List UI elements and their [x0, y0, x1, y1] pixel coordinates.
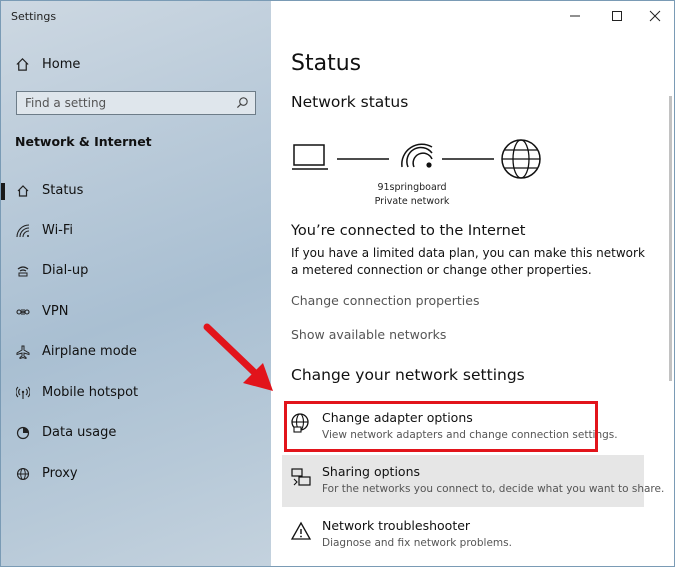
status-icon	[15, 183, 31, 199]
globe-icon	[15, 466, 31, 482]
close-icon[interactable]	[648, 9, 662, 23]
settings-window: Settings Home Find a setting Network & I…	[0, 0, 675, 567]
sidebar: Settings Home Find a setting Network & I…	[1, 1, 271, 566]
page-title: Status	[291, 51, 362, 76]
app-title: Settings	[11, 10, 57, 23]
network-type: Private network	[374, 196, 450, 207]
change-settings-heading: Change your network settings	[291, 366, 525, 384]
search-placeholder: Find a setting	[25, 96, 107, 110]
scrollbar[interactable]	[669, 96, 672, 381]
sidebar-item-status[interactable]: Status	[1, 176, 271, 206]
option-subtitle: For the networks you connect to, decide …	[322, 483, 665, 495]
highlight-box	[284, 401, 598, 452]
sidebar-item-dialup[interactable]: Dial-up	[1, 256, 271, 286]
data-usage-icon	[15, 425, 31, 441]
sidebar-item-label: Airplane mode	[42, 344, 137, 359]
home-nav-item[interactable]: Home	[15, 54, 80, 74]
connected-description: If you have a limited data plan, you can…	[291, 246, 645, 277]
sidebar-item-label: Wi-Fi	[42, 223, 74, 238]
network-status-heading: Network status	[291, 93, 409, 111]
sidebar-item-label: Dial-up	[42, 263, 89, 278]
change-connection-properties-link[interactable]: Change connection properties	[291, 293, 479, 308]
option-subtitle: Diagnose and fix network problems.	[322, 537, 512, 549]
airplane-icon	[15, 344, 31, 360]
connected-heading: You’re connected to the Internet	[291, 223, 526, 239]
network-name: 91springboard	[377, 182, 447, 193]
home-icon	[16, 57, 29, 71]
sidebar-item-wifi[interactable]: Wi-Fi	[1, 216, 271, 246]
wifi-signal-icon	[401, 143, 433, 168]
laptop-icon	[292, 144, 328, 170]
sidebar-item-label: Status	[42, 183, 84, 198]
show-available-networks-link[interactable]: Show available networks	[291, 327, 446, 342]
dialup-icon	[15, 263, 31, 279]
maximize-icon[interactable]	[610, 9, 624, 23]
sharing-options[interactable]: Sharing options For the networks you con…	[282, 455, 664, 507]
main-panel: Status Network status 91springboard Priv	[272, 1, 674, 566]
network-diagram	[292, 139, 541, 179]
hotspot-icon	[15, 385, 31, 401]
sidebar-item-label: Data usage	[42, 425, 117, 440]
minimize-icon[interactable]	[568, 9, 582, 23]
sidebar-item-label: Mobile hotspot	[42, 385, 139, 400]
sidebar-item-label: Proxy	[42, 466, 78, 481]
option-title: Network troubleshooter	[322, 518, 471, 533]
search-icon[interactable]	[236, 96, 249, 109]
sidebar-item-label: VPN	[42, 304, 69, 319]
section-title: Network & Internet	[15, 134, 152, 149]
sidebar-item-data-usage[interactable]: Data usage	[1, 418, 271, 448]
vpn-icon	[15, 304, 31, 320]
search-input[interactable]: Find a setting	[16, 91, 256, 115]
wifi-icon	[15, 223, 31, 239]
network-troubleshooter[interactable]: Network troubleshooter Diagnose and fix …	[282, 509, 644, 561]
red-arrow-annotation	[203, 323, 273, 391]
option-title: Sharing options	[322, 464, 420, 479]
internet-globe-icon	[501, 139, 541, 179]
home-label: Home	[42, 56, 81, 72]
sidebar-item-proxy[interactable]: Proxy	[1, 459, 271, 489]
warning-icon	[290, 521, 312, 540]
sharing-icon	[291, 468, 311, 486]
